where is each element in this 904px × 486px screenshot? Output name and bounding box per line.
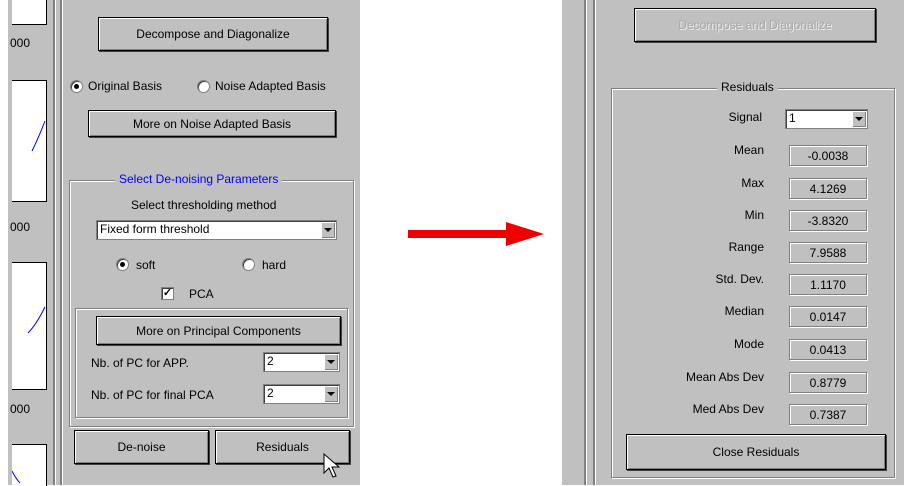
- panel-separator: [53, 0, 56, 485]
- stat-value: 0.7387: [789, 404, 867, 425]
- stat-value: 0.0413: [789, 339, 867, 360]
- stat-value: -0.0038: [789, 145, 867, 166]
- more-on-noise-adapted-basis-button[interactable]: More on Noise Adapted Basis: [88, 110, 336, 137]
- pc-final-value: 2: [267, 386, 274, 400]
- panel-separator: [593, 0, 596, 485]
- stat-label: Mean Abs Dev: [685, 370, 764, 384]
- stat-label: Std. Dev.: [715, 272, 764, 286]
- more-on-principal-components-button[interactable]: More on Principal Components: [96, 316, 341, 345]
- pc-final-label: Nb. of PC for final PCA: [91, 388, 214, 402]
- residuals-frame-title: Residuals: [717, 80, 778, 94]
- stat-label: Max: [741, 176, 764, 190]
- right-arrow-icon: [408, 222, 544, 246]
- signal-label: Signal: [728, 110, 762, 124]
- noise-adapted-basis-radio[interactable]: [197, 80, 210, 93]
- threshold-method-value: Fixed form threshold: [100, 222, 210, 236]
- denoise-button[interactable]: De-noise: [74, 430, 209, 464]
- stat-label: Mean: [733, 143, 764, 157]
- stat-label: Med Abs Dev: [692, 402, 764, 416]
- soft-radio[interactable]: [116, 258, 129, 271]
- threshold-method-label: Select thresholding method: [131, 198, 277, 212]
- chevron-down-icon[interactable]: [321, 222, 335, 238]
- decompose-button-disabled: Decompose and Diagonalize: [634, 8, 876, 42]
- denoising-frame-title: Select De-noising Parameters: [115, 172, 283, 186]
- soft-label: soft: [136, 258, 156, 272]
- pc-final-select[interactable]: 2: [263, 384, 340, 404]
- stat-value: 0.0147: [789, 306, 867, 327]
- panel-separator: [60, 0, 63, 485]
- pc-app-select[interactable]: 2: [263, 352, 340, 372]
- plot-line: [27, 306, 46, 334]
- plot-axes: [12, 444, 47, 486]
- plot-line: [31, 120, 46, 152]
- hard-radio[interactable]: [242, 258, 255, 271]
- chevron-down-icon[interactable]: [324, 354, 338, 370]
- signal-select[interactable]: 1: [785, 109, 868, 129]
- stat-value: 7.9588: [789, 242, 867, 263]
- mouse-pointer-icon: [323, 453, 341, 478]
- decompose-button[interactable]: Decompose and Diagonalize: [98, 17, 328, 51]
- pc-app-value: 2: [267, 354, 274, 368]
- axis-tick-label: 000: [10, 402, 31, 416]
- plot-axes: [12, 0, 47, 25]
- plot-line: [12, 470, 21, 484]
- original-basis-label: Original Basis: [88, 79, 163, 93]
- pca-checkbox[interactable]: ✓: [161, 287, 174, 300]
- stat-label: Mode: [733, 337, 764, 351]
- original-basis-radio[interactable]: [70, 80, 83, 93]
- stat-label: Median: [724, 304, 764, 318]
- stat-value: -3.8320: [789, 210, 867, 231]
- plot-strip: 000 000 000: [8, 0, 48, 486]
- hard-label: hard: [262, 258, 287, 272]
- stat-value: 0.8779: [789, 372, 867, 393]
- pca-label: PCA: [189, 287, 214, 301]
- chevron-down-icon[interactable]: [852, 111, 866, 127]
- close-residuals-button[interactable]: Close Residuals: [626, 434, 886, 470]
- stat-value: 4.1269: [789, 178, 867, 199]
- stat-label: Range: [728, 240, 764, 254]
- stat-label: Min: [744, 208, 764, 222]
- stat-value: 1.1170: [789, 274, 867, 295]
- plot-axes: [12, 262, 47, 390]
- signal-value: 1: [789, 111, 796, 125]
- plot-axes: [12, 80, 47, 202]
- axis-tick-label: 000: [10, 220, 31, 234]
- threshold-method-select[interactable]: Fixed form threshold: [96, 220, 337, 240]
- pc-app-label: Nb. of PC for APP.: [91, 356, 189, 370]
- axis-tick-label: 000: [10, 36, 31, 50]
- noise-adapted-basis-label: Noise Adapted Basis: [215, 79, 326, 93]
- chevron-down-icon[interactable]: [324, 386, 338, 402]
- panel-separator: [584, 0, 587, 485]
